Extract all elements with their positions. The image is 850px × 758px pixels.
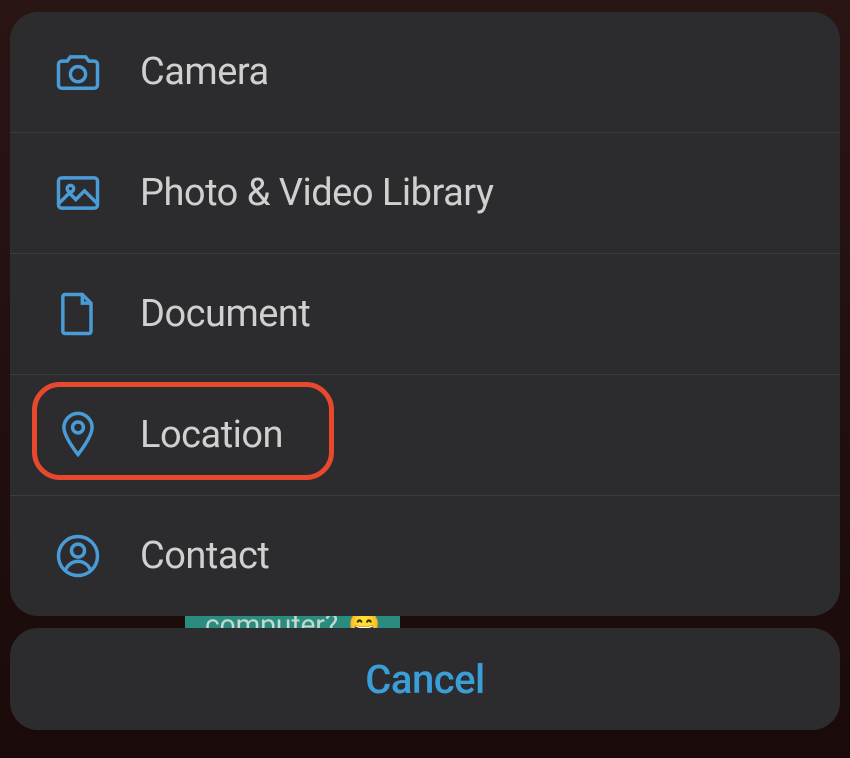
cancel-button[interactable]: Cancel <box>10 628 840 730</box>
menu-item-label: Photo & Video Library <box>140 171 493 215</box>
location-icon <box>48 405 108 465</box>
contact-icon <box>48 526 108 586</box>
menu-item-location[interactable]: Location <box>10 375 840 496</box>
menu-item-document[interactable]: Document <box>10 254 840 375</box>
document-icon <box>48 284 108 344</box>
cancel-label: Cancel <box>365 656 484 703</box>
menu-item-label: Camera <box>140 50 269 94</box>
attachment-action-sheet: Camera Photo & Video Library Document <box>10 12 840 616</box>
menu-item-label: Document <box>140 292 310 336</box>
photo-icon <box>48 163 108 223</box>
menu-item-camera[interactable]: Camera <box>10 12 840 133</box>
menu-item-label: Location <box>140 413 283 457</box>
menu-item-label: Contact <box>140 534 269 578</box>
menu-item-contact[interactable]: Contact <box>10 496 840 616</box>
menu-item-photo-video[interactable]: Photo & Video Library <box>10 133 840 254</box>
camera-icon <box>48 42 108 102</box>
